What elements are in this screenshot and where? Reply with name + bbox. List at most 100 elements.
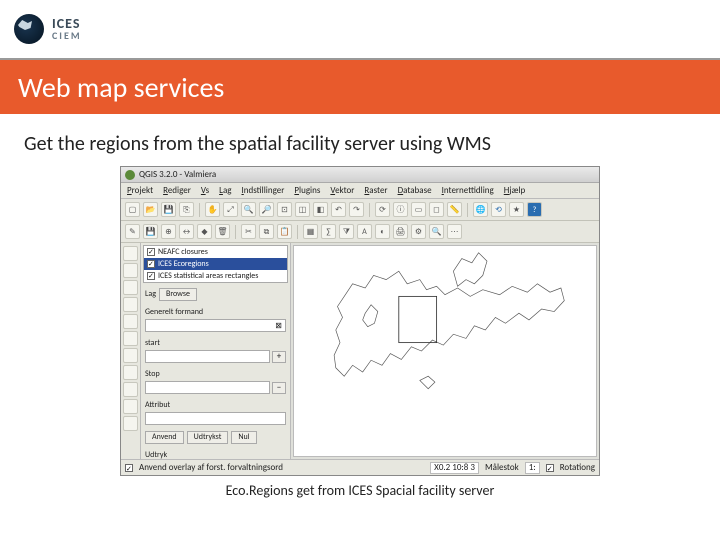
misc-button[interactable]: ⋯	[447, 224, 462, 239]
identify-button[interactable]: ⓘ	[393, 202, 408, 217]
layer-row[interactable]: NEAFC closures	[144, 246, 287, 258]
add-raster-button[interactable]	[123, 263, 138, 278]
zoom-last-button[interactable]: ↶	[331, 202, 346, 217]
table-button[interactable]: ▦	[303, 224, 318, 239]
calc-button[interactable]: ∑	[321, 224, 336, 239]
menu-item[interactable]: Hjælp	[504, 185, 526, 196]
slide-title: Web map services	[18, 70, 224, 105]
add-postgis-button[interactable]	[123, 280, 138, 295]
zoom-in-button[interactable]: 🔍	[241, 202, 256, 217]
select-button[interactable]: ▭	[411, 202, 426, 217]
status-bar: Anvend overlay af forst. forvaltningsord…	[121, 459, 599, 475]
processing-button[interactable]: ⚙	[411, 224, 426, 239]
refresh-remote-button[interactable]: ⟲	[491, 202, 506, 217]
layer-row[interactable]: ICES statistical areas rectangles	[144, 270, 287, 282]
zoom-selection-button[interactable]: ◧	[313, 202, 328, 217]
coords-readout: X0.2 10:8 3	[430, 462, 479, 474]
toolbar-row-2: ✎ 💾 ⊕ ↔ ◆ 🗑 ✂ ⧉ 📋 ▦ ∑ ⧩ A ◐ 🖨 ⚙ 🔍 ⋯	[121, 221, 599, 243]
edit-button[interactable]: ✎	[125, 224, 140, 239]
anvend-button[interactable]: Anvend	[145, 431, 184, 444]
layer-label: ICES Ecoregions	[158, 259, 209, 269]
slide-header: ICES CIEM	[0, 0, 720, 60]
menu-item[interactable]: Vs	[201, 185, 209, 196]
layer-checkbox[interactable]	[147, 272, 155, 280]
stop-stepper-inc[interactable]: −	[272, 382, 286, 394]
menu-item[interactable]: Vektor	[330, 185, 354, 196]
status-checkbox[interactable]	[125, 464, 133, 472]
left-toolbar	[121, 243, 141, 459]
menu-item[interactable]: Internettidling	[442, 185, 494, 196]
layer-row[interactable]: ICES Ecoregions	[144, 258, 287, 270]
browse-button[interactable]: Browse	[159, 288, 197, 301]
delete-button[interactable]: 🗑	[215, 224, 230, 239]
menu-item[interactable]: Lag	[219, 185, 231, 196]
zoom-out-button[interactable]: 🔎	[259, 202, 274, 217]
help-button[interactable]: ?	[527, 202, 542, 217]
layers-panel[interactable]: NEAFC closures ICES Ecoregions ICES stat…	[143, 245, 288, 283]
menu-item[interactable]: Database	[398, 185, 432, 196]
layer-checkbox[interactable]	[147, 248, 155, 256]
style-button[interactable]: ◐	[375, 224, 390, 239]
nul-button[interactable]: Nul	[231, 431, 256, 444]
toolbar-row-1: ▢ 📂 💾 ⎘ ✋ ⤢ 🔍 🔎 ⊡ ◫ ◧ ↶ ↷ ⟳ ⓘ ▭ ◻ 📏 🌐 ⟲ …	[121, 199, 599, 221]
window-title: QGIS 3.2.0 - Valmiera	[139, 169, 216, 180]
udtrykst-button[interactable]: Udtrykst	[187, 431, 229, 444]
bookmark-button[interactable]: ★	[509, 202, 524, 217]
menu-item[interactable]: Projekt	[127, 185, 153, 196]
refresh-button[interactable]: ⟳	[375, 202, 390, 217]
start-stepper-inc[interactable]: +	[272, 351, 286, 363]
save-as-button[interactable]: ⎘	[179, 202, 194, 217]
menu-item[interactable]: Rediger	[163, 185, 191, 196]
add-wfs-button[interactable]	[123, 314, 138, 329]
new-shapefile-button[interactable]	[123, 399, 138, 414]
attribut-input[interactable]	[145, 412, 286, 425]
layer-checkbox[interactable]	[147, 260, 155, 268]
globe-button[interactable]: 🌐	[473, 202, 488, 217]
menu-bar[interactable]: Projekt Rediger Vs Lag Indstillinger Plu…	[121, 183, 599, 199]
stop-input[interactable]	[145, 381, 270, 394]
stop-label: Stop	[145, 369, 286, 379]
save-button[interactable]: 💾	[161, 202, 176, 217]
start-input[interactable]	[145, 350, 270, 363]
edit-save-button[interactable]: 💾	[143, 224, 158, 239]
menu-item[interactable]: Indstillinger	[242, 185, 285, 196]
copy-button[interactable]: ⧉	[259, 224, 274, 239]
cut-button[interactable]: ✂	[241, 224, 256, 239]
intro-text: Get the regions from the spatial facilit…	[0, 114, 720, 166]
filter-button[interactable]: ⧩	[339, 224, 354, 239]
zoom-full-button[interactable]: ⊡	[277, 202, 292, 217]
render-checkbox[interactable]	[546, 464, 554, 472]
paste-button[interactable]: 📋	[277, 224, 292, 239]
window-titlebar: QGIS 3.2.0 - Valmiera	[121, 167, 599, 183]
deselect-button[interactable]: ◻	[429, 202, 444, 217]
scale-value[interactable]: 1:	[525, 462, 540, 474]
add-wms-button[interactable]	[123, 297, 138, 312]
label-button[interactable]: A	[357, 224, 372, 239]
new-memory-button[interactable]	[123, 416, 138, 431]
add-spatialite-button[interactable]	[123, 348, 138, 363]
menu-item[interactable]: Raster	[364, 185, 387, 196]
add-csv-button[interactable]	[123, 331, 138, 346]
pan-selection-button[interactable]: ⤢	[223, 202, 238, 217]
node-tool-button[interactable]: ◆	[197, 224, 212, 239]
zoom-next-button[interactable]: ↷	[349, 202, 364, 217]
layer-label: ICES statistical areas rectangles	[158, 271, 258, 281]
add-feature-button[interactable]: ⊕	[161, 224, 176, 239]
zoom-layer-button[interactable]: ◫	[295, 202, 310, 217]
add-oracle-button[interactable]	[123, 365, 138, 380]
map-canvas[interactable]	[293, 245, 597, 457]
menu-item[interactable]: Plugins	[294, 185, 320, 196]
print-button[interactable]: 🖨	[393, 224, 408, 239]
layer-label: NEAFC closures	[158, 247, 208, 257]
measure-button[interactable]: 📏	[447, 202, 462, 217]
move-feature-button[interactable]: ↔	[179, 224, 194, 239]
new-project-button[interactable]: ▢	[125, 202, 140, 217]
add-vector-button[interactable]	[123, 246, 138, 261]
open-button[interactable]: 📂	[143, 202, 158, 217]
qgis-icon	[125, 170, 135, 180]
rotation-label: Rotationg	[560, 462, 595, 473]
general-input[interactable]: ⊠	[145, 319, 286, 332]
add-virtual-button[interactable]	[123, 382, 138, 397]
search-button[interactable]: 🔍	[429, 224, 444, 239]
pan-button[interactable]: ✋	[205, 202, 220, 217]
